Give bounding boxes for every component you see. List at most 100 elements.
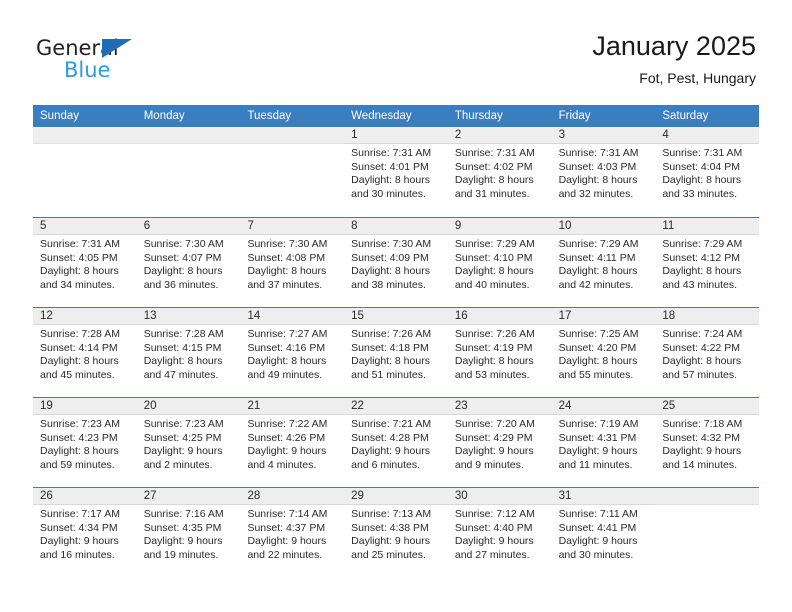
sunset-text: Sunset: 4:10 PM bbox=[454, 251, 533, 264]
day-cell[interactable]: 23 Sunrise: 7:20 AM Sunset: 4:29 PM Dayligh… bbox=[447, 398, 552, 487]
day-number-band: 8 bbox=[344, 218, 448, 235]
day-cell[interactable]: 24 Sunrise: 7:19 AM Sunset: 4:31 PM Dayligh… bbox=[551, 398, 656, 487]
day-cell[interactable]: 3 Sunrise: 7:31 AM Sunset: 4:03 PM Daylight… bbox=[551, 127, 656, 217]
daylight-text-line2: and 59 minutes. bbox=[40, 458, 115, 471]
day-details: Sunrise: 7:11 AM Sunset: 4:41 PM Daylight:… bbox=[552, 505, 656, 562]
day-details: Sunrise: 7:18 AM Sunset: 4:32 PM Daylight:… bbox=[655, 415, 759, 472]
day-cell[interactable]: 28 Sunrise: 7:14 AM Sunset: 4:37 PM Dayligh… bbox=[240, 488, 345, 577]
day-details: Sunrise: 7:31 AM Sunset: 4:04 PM Daylight:… bbox=[655, 144, 759, 201]
sunrise-text: Sunrise: 7:24 AM bbox=[662, 328, 743, 340]
day-cell[interactable]: 25 Sunrise: 7:18 AM Sunset: 4:32 PM Dayligh… bbox=[655, 398, 760, 487]
sunrise-text: Sunrise: 7:28 AM bbox=[40, 328, 120, 340]
day-cell[interactable]: 19 Sunrise: 7:23 AM Sunset: 4:23 PM Dayligh… bbox=[33, 398, 137, 487]
day-number-band: 17 bbox=[551, 308, 656, 325]
daylight-text-line2: and 32 minutes. bbox=[558, 187, 634, 200]
daylight-text-line1: Daylight: 8 hours bbox=[143, 265, 223, 278]
day-number: 24 bbox=[558, 400, 572, 412]
daylight-text-line2: and 19 minutes. bbox=[143, 548, 219, 561]
day-cell[interactable]: 30 Sunrise: 7:12 AM Sunset: 4:40 PM Dayligh… bbox=[447, 488, 552, 577]
day-number-band: 9 bbox=[447, 218, 552, 235]
day-number: 26 bbox=[40, 490, 53, 502]
page-header: General Blue January 2025 Fot, Pest, Hun… bbox=[0, 0, 792, 102]
day-cell[interactable]: 1 Sunrise: 7:31 AM Sunset: 4:01 PM Daylight… bbox=[344, 127, 448, 217]
day-number-band: 18 bbox=[655, 308, 760, 325]
weekday-header-sunday: Sunday bbox=[40, 110, 80, 122]
daylight-text-line2: and 33 minutes. bbox=[662, 187, 738, 200]
daylight-text-line2: and 34 minutes. bbox=[40, 278, 115, 291]
day-number-band: 14 bbox=[240, 308, 345, 325]
daylight-text-line1: Daylight: 8 hours bbox=[558, 355, 638, 368]
sunset-text: Sunset: 4:07 PM bbox=[143, 251, 222, 264]
logo-text-blue: Blue bbox=[64, 58, 111, 82]
day-number-band: 15 bbox=[344, 308, 448, 325]
day-number-band: 23 bbox=[447, 398, 552, 415]
sunrise-text: Sunrise: 7:26 AM bbox=[351, 328, 432, 340]
daylight-text-line2: and 25 minutes. bbox=[351, 548, 426, 561]
day-details: Sunrise: 7:13 AM Sunset: 4:38 PM Daylight:… bbox=[344, 505, 448, 562]
sunrise-text: Sunrise: 7:31 AM bbox=[454, 147, 535, 159]
sunset-text: Sunset: 4:32 PM bbox=[662, 431, 740, 444]
daylight-text-line2: and 47 minutes. bbox=[143, 368, 219, 381]
day-cell[interactable]: 7 Sunrise: 7:30 AM Sunset: 4:08 PM Daylight… bbox=[240, 218, 345, 307]
daylight-text-line2: and 45 minutes. bbox=[40, 368, 115, 381]
daylight-text-line1: Daylight: 8 hours bbox=[558, 174, 638, 187]
day-cell[interactable]: 9 Sunrise: 7:29 AM Sunset: 4:10 PM Daylight… bbox=[447, 218, 552, 307]
day-cell[interactable]: 2 Sunrise: 7:31 AM Sunset: 4:02 PM Daylight… bbox=[447, 127, 552, 217]
daylight-text-line2: and 38 minutes. bbox=[351, 278, 426, 291]
day-number: 13 bbox=[143, 310, 157, 322]
day-number-band: 21 bbox=[240, 398, 345, 415]
day-number: 29 bbox=[351, 490, 364, 502]
sunset-text: Sunset: 4:09 PM bbox=[351, 251, 429, 264]
daylight-text-line2: and 27 minutes. bbox=[454, 548, 530, 561]
day-cell[interactable]: 22 Sunrise: 7:21 AM Sunset: 4:28 PM Dayligh… bbox=[344, 398, 448, 487]
day-cell[interactable]: 11 Sunrise: 7:29 AM Sunset: 4:12 PM Dayligh… bbox=[655, 218, 760, 307]
day-cell[interactable]: 18 Sunrise: 7:24 AM Sunset: 4:22 PM Dayligh… bbox=[655, 308, 760, 397]
day-cell[interactable]: 12 Sunrise: 7:28 AM Sunset: 4:14 PM Dayligh… bbox=[33, 308, 137, 397]
daylight-text-line1: Daylight: 8 hours bbox=[40, 445, 119, 458]
day-details: Sunrise: 7:31 AM Sunset: 4:02 PM Daylight:… bbox=[448, 144, 552, 201]
daylight-text-line1: Daylight: 9 hours bbox=[247, 445, 327, 458]
day-cell[interactable]: 15 Sunrise: 7:26 AM Sunset: 4:18 PM Dayligh… bbox=[344, 308, 448, 397]
day-cell[interactable]: 4 Sunrise: 7:31 AM Sunset: 4:04 PM Daylight… bbox=[655, 127, 760, 217]
sunrise-text: Sunrise: 7:29 AM bbox=[558, 238, 639, 250]
day-cell[interactable]: 20 Sunrise: 7:23 AM Sunset: 4:25 PM Dayligh… bbox=[136, 398, 241, 487]
daylight-text-line1: Daylight: 8 hours bbox=[454, 355, 534, 368]
day-cell[interactable]: 27 Sunrise: 7:16 AM Sunset: 4:35 PM Dayligh… bbox=[136, 488, 241, 577]
day-cell[interactable]: 31 Sunrise: 7:11 AM Sunset: 4:41 PM Dayligh… bbox=[551, 488, 656, 577]
day-details bbox=[240, 144, 344, 147]
daylight-text-line2: and 36 minutes. bbox=[143, 278, 219, 291]
day-number-band: 31 bbox=[551, 488, 656, 505]
weekday-header-tuesday: Tuesday bbox=[247, 110, 292, 122]
day-details: Sunrise: 7:26 AM Sunset: 4:19 PM Daylight:… bbox=[448, 325, 552, 382]
daylight-text-line2: and 55 minutes. bbox=[558, 368, 634, 381]
daylight-text-line1: Daylight: 9 hours bbox=[351, 535, 430, 548]
day-number: 30 bbox=[454, 490, 468, 502]
day-number-band: 22 bbox=[344, 398, 448, 415]
day-cell[interactable]: 5 Sunrise: 7:31 AM Sunset: 4:05 PM Daylight… bbox=[33, 218, 137, 307]
day-cell-empty bbox=[240, 127, 345, 217]
day-details bbox=[655, 505, 759, 508]
day-number: 16 bbox=[454, 310, 468, 322]
general-blue-logo[interactable]: General Blue bbox=[36, 36, 156, 84]
day-number: 22 bbox=[351, 400, 364, 412]
calendar-week-row: 12 Sunrise: 7:28 AM Sunset: 4:14 PM Dayligh… bbox=[33, 307, 760, 397]
sunrise-text: Sunrise: 7:29 AM bbox=[454, 238, 535, 250]
day-cell[interactable]: 16 Sunrise: 7:26 AM Sunset: 4:19 PM Dayligh… bbox=[447, 308, 552, 397]
day-cell[interactable]: 10 Sunrise: 7:29 AM Sunset: 4:11 PM Dayligh… bbox=[551, 218, 656, 307]
day-number: 28 bbox=[247, 490, 261, 502]
day-cell[interactable]: 29 Sunrise: 7:13 AM Sunset: 4:38 PM Dayligh… bbox=[344, 488, 448, 577]
daylight-text-line2: and 40 minutes. bbox=[454, 278, 530, 291]
daylight-text-line1: Daylight: 9 hours bbox=[558, 445, 638, 458]
weekday-header-row: Sunday Monday Tuesday Wednesday Thursday Frid… bbox=[33, 105, 759, 127]
day-cell[interactable]: 26 Sunrise: 7:17 AM Sunset: 4:34 PM Dayligh… bbox=[33, 488, 137, 577]
day-cell[interactable]: 6 Sunrise: 7:30 AM Sunset: 4:07 PM Daylight… bbox=[136, 218, 241, 307]
day-cell[interactable]: 8 Sunrise: 7:30 AM Sunset: 4:09 PM Daylight… bbox=[344, 218, 448, 307]
daylight-text-line1: Daylight: 9 hours bbox=[143, 445, 223, 458]
day-cell[interactable]: 17 Sunrise: 7:25 AM Sunset: 4:20 PM Dayligh… bbox=[551, 308, 656, 397]
day-cell[interactable]: 13 Sunrise: 7:28 AM Sunset: 4:15 PM Dayligh… bbox=[136, 308, 241, 397]
daylight-text-line2: and 30 minutes. bbox=[558, 548, 634, 561]
day-cell[interactable]: 21 Sunrise: 7:22 AM Sunset: 4:26 PM Dayligh… bbox=[240, 398, 345, 487]
daylight-text-line2: and 11 minutes. bbox=[558, 458, 633, 471]
day-cell[interactable]: 14 Sunrise: 7:27 AM Sunset: 4:16 PM Dayligh… bbox=[240, 308, 345, 397]
day-details: Sunrise: 7:31 AM Sunset: 4:05 PM Daylight:… bbox=[33, 235, 137, 292]
